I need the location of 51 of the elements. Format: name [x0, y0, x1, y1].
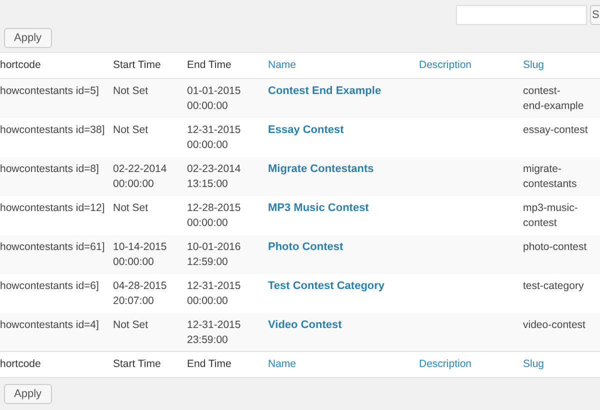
slug-text: essay-contest	[523, 122, 589, 138]
end-time: 12-31-2015 00:00:00	[187, 278, 242, 308]
slug-text: contest- end-example	[523, 84, 585, 114]
end-time: 12-28-2015 00:00:00	[187, 200, 242, 230]
shortcode-text: howcontestants id=6]	[0, 278, 100, 294]
contest-name-link[interactable]: Contest End Example	[268, 85, 382, 97]
search-button[interactable]: S	[590, 5, 600, 25]
end-time: 10-01-2016 12:59:00	[187, 240, 242, 270]
contest-name-link[interactable]: Migrate Contestants	[268, 162, 374, 174]
apply-button[interactable]: Apply	[4, 28, 52, 48]
end-time: 02-23-2014 13:15:00	[187, 162, 242, 192]
column-header: hortcode	[0, 58, 41, 71]
column-header: End Time	[187, 58, 232, 71]
search-field[interactable]	[456, 5, 587, 25]
column-header-link[interactable]: Description	[419, 358, 472, 370]
contest-name-link[interactable]: Essay Contest	[268, 124, 344, 136]
slug-text: video-contest	[523, 318, 586, 332]
shortcode-text: howcontestants id=38]	[0, 122, 106, 138]
end-time: 12-31-2015 00:00:00	[187, 122, 242, 152]
start-time: 04-28-2015 20:07:00	[113, 278, 168, 308]
contest-name-link[interactable]: Photo Contest	[268, 240, 344, 252]
start-time: Not Set	[113, 200, 150, 216]
column-header-link[interactable]: Slug	[523, 58, 544, 71]
shortcode-text: howcontestants id=8]	[0, 162, 100, 176]
end-time: 01-01-2015 00:00:00	[187, 84, 242, 114]
slug-text: photo-contest	[523, 240, 588, 254]
shortcode-text: howcontestants id=4]	[0, 318, 100, 332]
contest-name-link[interactable]: MP3 Music Contest	[268, 202, 369, 214]
start-time: Not Set	[113, 318, 150, 332]
start-time: Not Set	[113, 84, 150, 99]
start-time: 10-14-2015 00:00:00	[113, 240, 168, 270]
shortcode-text: howcontestants id=12]	[0, 200, 106, 216]
column-header: Start Time	[113, 58, 161, 71]
start-time: 02-22-2014 00:00:00	[113, 162, 168, 192]
column-header-link[interactable]: Slug	[523, 358, 544, 370]
contest-name-link[interactable]: Video Contest	[268, 318, 342, 330]
shortcode-text: howcontestants id=5]	[0, 84, 100, 99]
start-time: Not Set	[113, 122, 150, 138]
column-header-link[interactable]: Description	[419, 58, 472, 71]
slug-text: migrate- contestants	[523, 162, 578, 192]
column-header-link[interactable]: Name	[268, 358, 296, 370]
end-time: 12-31-2015 23:59:00	[187, 318, 242, 348]
shortcode-text: howcontestants id=61]	[0, 240, 106, 254]
column-header-link[interactable]: Name	[268, 58, 296, 71]
slug-text: mp3-music- contest	[523, 200, 579, 230]
column-header: End Time	[187, 358, 232, 370]
apply-button[interactable]: Apply	[4, 384, 52, 404]
slug-text: test-category	[523, 278, 585, 294]
column-header: hortcode	[0, 358, 41, 370]
column-header: Start Time	[113, 358, 161, 370]
contest-name-link[interactable]: Test Contest Category	[268, 280, 385, 292]
